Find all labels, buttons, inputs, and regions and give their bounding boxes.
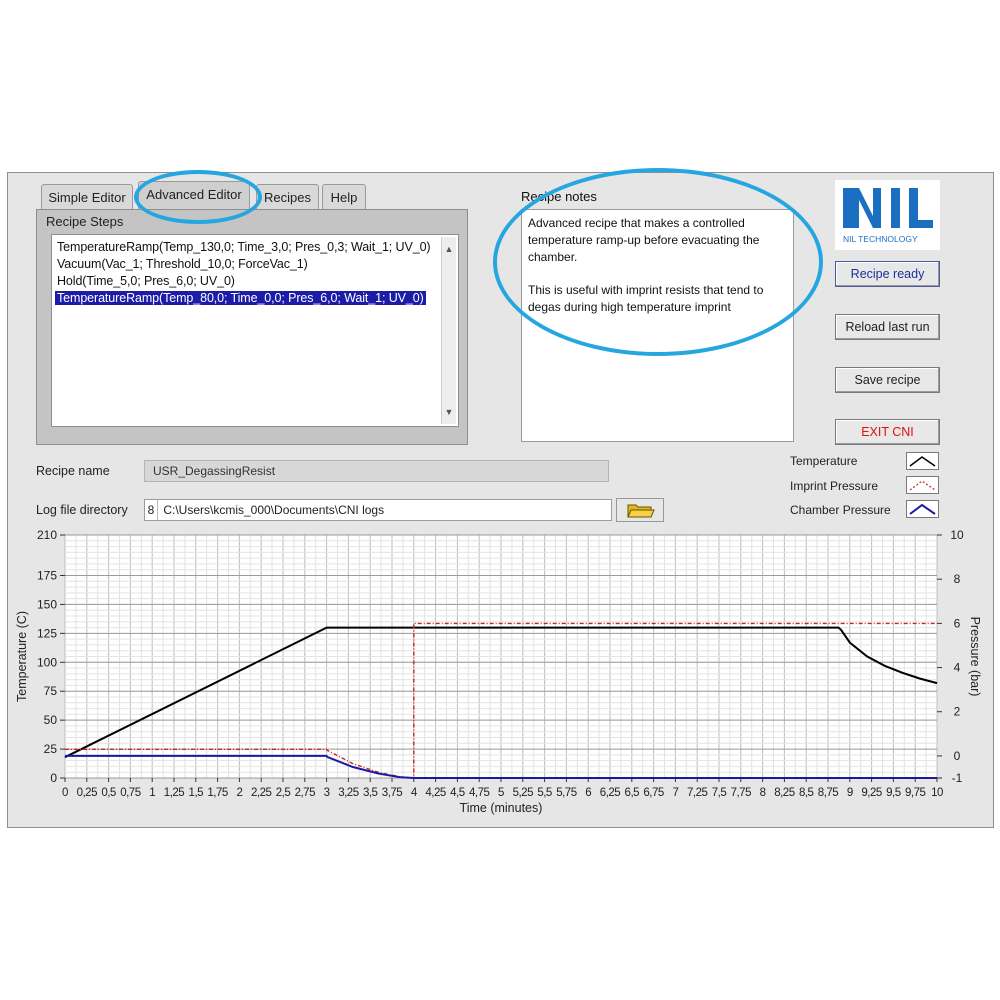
- recipe-steps-list[interactable]: TemperatureRamp(Temp_130,0; Time_3,0; Pr…: [51, 234, 459, 427]
- x-tick-label: 5,75: [556, 787, 576, 799]
- x-tick-label: 5,25: [513, 787, 533, 799]
- x-tick-label: 8,75: [818, 787, 838, 799]
- log-dir-label: Log file directory: [36, 503, 128, 517]
- y2-tick-label: 4: [954, 661, 961, 675]
- recipe-notes-label: Recipe notes: [521, 189, 597, 204]
- x-tick-label: 0,5: [101, 787, 116, 799]
- x-tick-label: 4,25: [425, 787, 445, 799]
- scroll-up-icon[interactable]: ▲: [444, 243, 454, 255]
- x-tick-label: 0: [62, 787, 68, 799]
- tab-advanced-editor[interactable]: Advanced Editor: [138, 181, 250, 209]
- tab-recipes[interactable]: Recipes: [256, 184, 319, 210]
- x-tick-label: 0,75: [120, 787, 140, 799]
- browse-folder-button[interactable]: [616, 498, 664, 522]
- y-tick-label: 25: [44, 742, 58, 756]
- x-tick-label: 8,25: [774, 787, 794, 799]
- tab-help[interactable]: Help: [322, 184, 366, 210]
- x-tick-label: 1: [149, 787, 155, 799]
- legend-imprint-pressure-swatch[interactable]: [906, 476, 939, 494]
- scroll-down-icon[interactable]: ▼: [444, 406, 454, 418]
- x-tick-label: 9,25: [861, 787, 881, 799]
- y-tick-label: 100: [37, 655, 57, 669]
- recipe-name-field[interactable]: USR_DegassingResist: [144, 460, 609, 482]
- x-tick-label: 4: [411, 787, 418, 799]
- path-prefix: 8: [145, 500, 158, 520]
- x-tick-label: 1,5: [189, 787, 204, 799]
- exit-cni-button[interactable]: EXIT CNI: [835, 419, 940, 445]
- recipe-steps-label: Recipe Steps: [46, 214, 124, 229]
- x-tick-label: 7,5: [712, 787, 727, 799]
- x-tick-label: 3: [324, 787, 330, 799]
- y-tick-label: 150: [37, 597, 57, 611]
- x-tick-label: 9: [847, 787, 853, 799]
- process-chart: 0255075100125150175210-102468100 0,25 0,5 0…: [15, 528, 982, 815]
- recipe-name-label: Recipe name: [36, 464, 110, 478]
- x-tick-label: 2: [236, 787, 242, 799]
- notes-paragraph: Advanced recipe that makes a controlled …: [528, 216, 760, 264]
- x-tick-label: 1,25: [164, 787, 184, 799]
- notes-paragraph: This is useful with imprint resists that…: [528, 283, 764, 314]
- x-tick-label: 5,5: [537, 787, 552, 799]
- x-tick-label: 6,75: [643, 787, 663, 799]
- logo-text: NIL TECHNOLOGY: [843, 234, 918, 244]
- reload-last-run-button[interactable]: Reload last run: [835, 314, 940, 340]
- x-axis-title: Time (minutes): [460, 801, 543, 815]
- y-tick-label: 125: [37, 626, 57, 640]
- x-tick-label: 10: [931, 787, 943, 799]
- y-tick-label: 210: [37, 528, 57, 542]
- x-tick-label: 1,75: [207, 787, 227, 799]
- y-tick-label: 75: [44, 684, 58, 698]
- x-tick-label: 8,5: [799, 787, 814, 799]
- y-tick-label: 50: [44, 713, 58, 727]
- legend-chamber-pressure-swatch[interactable]: [906, 500, 939, 518]
- x-tick-label: 9,5: [886, 787, 901, 799]
- log-dir-field[interactable]: 8 C:\Users\kcmis_000\Documents\CNI logs: [144, 499, 612, 521]
- folder-icon: [627, 504, 655, 518]
- x-tick-label: 3,25: [338, 787, 358, 799]
- list-item[interactable]: Vacuum(Vac_1; Threshold_10,0; ForceVac_1…: [57, 257, 308, 271]
- path-value: C:\Users\kcmis_000\Documents\CNI logs: [163, 503, 385, 517]
- save-recipe-button[interactable]: Save recipe: [835, 367, 940, 393]
- y2-tick-label: 2: [954, 705, 961, 719]
- recipe-ready-button[interactable]: Recipe ready: [835, 261, 940, 287]
- x-tick-label: 5: [498, 787, 504, 799]
- list-item[interactable]: Hold(Time_5,0; Pres_6,0; UV_0): [57, 274, 235, 288]
- x-tick-label: 7: [672, 787, 678, 799]
- x-tick-label: 9,75: [905, 787, 925, 799]
- list-item[interactable]: TemperatureRamp(Temp_130,0; Time_3,0; Pr…: [57, 240, 431, 254]
- x-tick-label: 3,75: [382, 787, 402, 799]
- x-tick-label: 6,5: [625, 787, 640, 799]
- legend-imprint-pressure-label: Imprint Pressure: [790, 479, 879, 493]
- tab-simple-editor[interactable]: Simple Editor: [41, 184, 133, 210]
- x-tick-label: 8: [760, 787, 766, 799]
- x-tick-label: 6: [585, 787, 591, 799]
- list-item-selected[interactable]: TemperatureRamp(Temp_80,0; Time_0,0; Pre…: [55, 291, 426, 305]
- recipe-notes-textarea[interactable]: Advanced recipe that makes a controlled …: [521, 209, 794, 442]
- list-scrollbar[interactable]: ▲ ▼: [441, 237, 456, 424]
- y2-tick-label: 0: [954, 749, 961, 763]
- y-tick-label: 175: [37, 569, 57, 583]
- legend-chamber-pressure-label: Chamber Pressure: [790, 503, 891, 517]
- x-tick-label: 2,75: [295, 787, 315, 799]
- legend-temperature-swatch[interactable]: [906, 452, 939, 470]
- x-tick-label: 4,75: [469, 787, 489, 799]
- y-axis-title: Temperature (C): [15, 611, 29, 702]
- y2-axis-title: Pressure (bar): [968, 617, 982, 697]
- x-tick-label: 2,5: [276, 787, 291, 799]
- y-tick-label: 0: [50, 771, 57, 785]
- x-tick-label: 0,25: [77, 787, 97, 799]
- y2-tick-label: 10: [950, 528, 964, 542]
- x-tick-label: 6,25: [600, 787, 620, 799]
- nil-technology-logo: NIL TECHNOLOGY: [835, 180, 940, 250]
- x-tick-label: 4,5: [450, 787, 465, 799]
- x-tick-label: 3,5: [363, 787, 378, 799]
- y2-tick-label: -1: [952, 771, 963, 785]
- x-tick-label: 7,25: [687, 787, 707, 799]
- y2-tick-label: 8: [954, 572, 961, 586]
- y2-tick-label: 6: [954, 616, 961, 630]
- x-tick-label: 7,75: [731, 787, 751, 799]
- legend-temperature-label: Temperature: [790, 454, 858, 468]
- x-tick-label: 2,25: [251, 787, 271, 799]
